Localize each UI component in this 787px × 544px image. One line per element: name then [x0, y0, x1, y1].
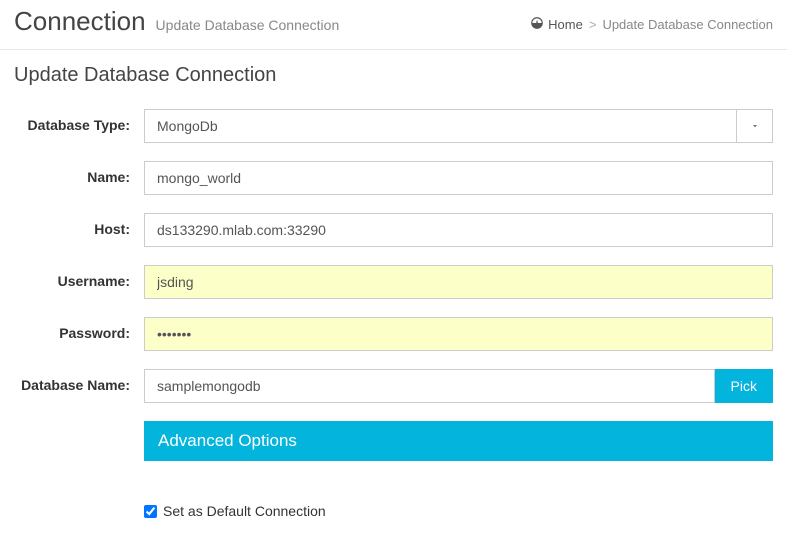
name-input[interactable]	[144, 161, 773, 195]
form-row-db-name: Database Name: Pick	[14, 369, 773, 403]
breadcrumb: Home > Update Database Connection	[530, 16, 773, 33]
dashboard-icon	[530, 16, 544, 33]
page-title: Connection	[14, 6, 146, 37]
form-row-host: Host:	[14, 213, 773, 247]
username-input[interactable]	[144, 265, 773, 299]
host-label: Host:	[14, 213, 144, 238]
form-row-name: Name:	[14, 161, 773, 195]
page-subtitle: Update Database Connection	[156, 17, 340, 33]
db-name-input[interactable]	[144, 369, 715, 403]
password-label: Password:	[14, 317, 144, 342]
name-label: Name:	[14, 161, 144, 186]
panel: Update Database Connection Database Type…	[0, 50, 787, 539]
db-type-label: Database Type:	[14, 109, 144, 134]
panel-title: Update Database Connection	[14, 64, 773, 87]
advanced-options-toggle[interactable]: Advanced Options	[144, 421, 773, 461]
breadcrumb-separator: >	[589, 17, 597, 32]
db-type-caret-button[interactable]	[737, 109, 773, 143]
header-left: Connection Update Database Connection	[14, 6, 339, 37]
form-row-db-type: Database Type: MongoDb	[14, 109, 773, 143]
form-row-username: Username:	[14, 265, 773, 299]
default-connection-row: Set as Default Connection	[144, 503, 773, 519]
pick-button[interactable]: Pick	[715, 369, 773, 403]
db-name-label: Database Name:	[14, 369, 144, 394]
chevron-down-icon	[750, 118, 760, 134]
default-connection-label[interactable]: Set as Default Connection	[163, 503, 326, 519]
host-input[interactable]	[144, 213, 773, 247]
form-row-password: Password:	[14, 317, 773, 351]
page-header: Connection Update Database Connection Ho…	[0, 0, 787, 50]
password-input[interactable]	[144, 317, 773, 351]
breadcrumb-home-label: Home	[548, 17, 583, 32]
breadcrumb-current: Update Database Connection	[602, 17, 773, 32]
breadcrumb-home-link[interactable]: Home	[530, 16, 583, 33]
username-label: Username:	[14, 265, 144, 290]
db-type-value: MongoDb	[144, 109, 737, 143]
default-connection-checkbox[interactable]	[144, 505, 157, 518]
db-type-select[interactable]: MongoDb	[144, 109, 773, 143]
